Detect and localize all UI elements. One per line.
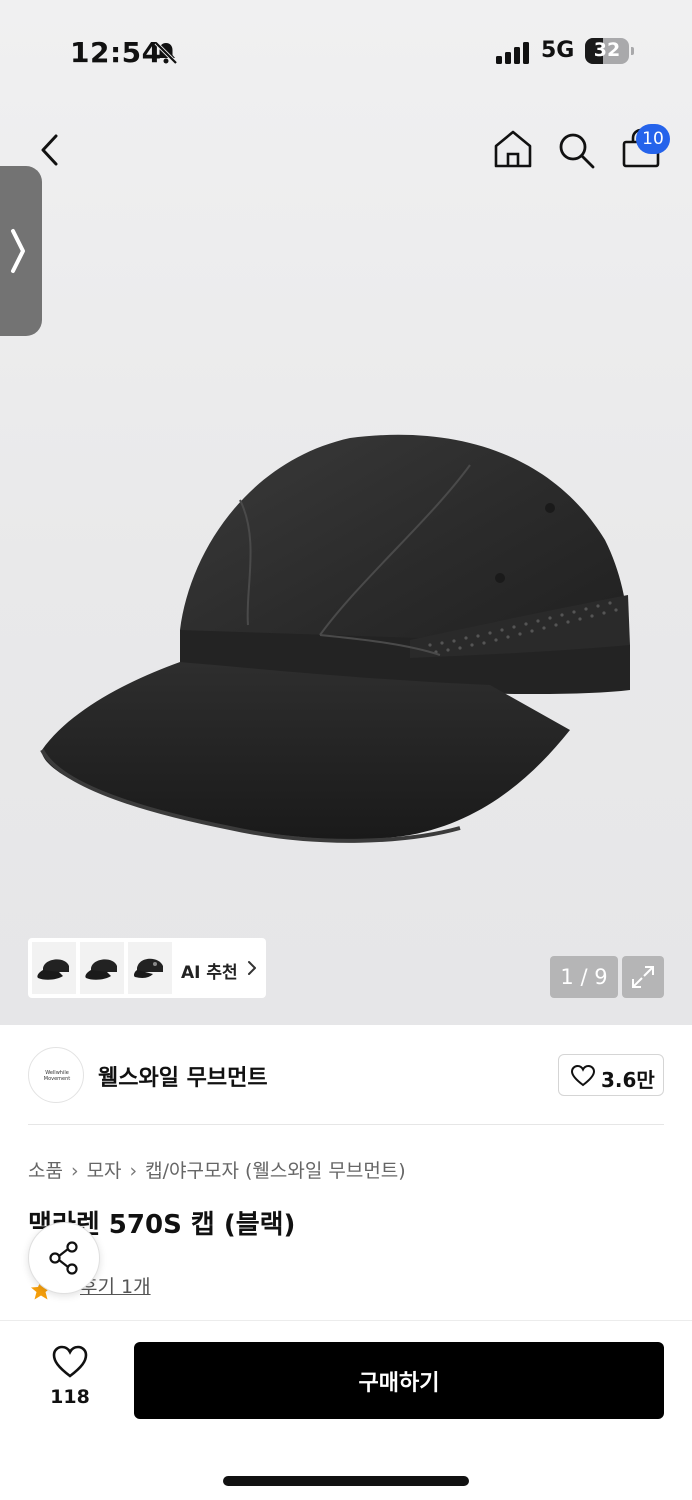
image-counter: 1 / 9 <box>550 956 618 998</box>
brand-logo[interactable]: Wellwhile Movement <box>28 1047 84 1103</box>
heart-icon[interactable] <box>52 1345 88 1379</box>
thumbnail-3[interactable] <box>128 942 172 994</box>
breadcrumb-item[interactable]: 모자 <box>87 1160 122 1182</box>
network-type: 5G <box>541 38 575 63</box>
home-indicator <box>223 1476 469 1486</box>
heart-icon <box>571 1065 595 1087</box>
side-panel-tab[interactable] <box>0 166 42 336</box>
chevron-right-icon <box>11 229 25 273</box>
bottom-bar-divider <box>0 1320 692 1321</box>
bell-slash-icon <box>154 41 178 65</box>
battery-level: 32 <box>593 39 621 61</box>
ai-recommend-strip[interactable]: AI 추천 <box>28 938 266 998</box>
thumbnail-1[interactable] <box>32 942 76 994</box>
wish-count: 118 <box>50 1386 90 1408</box>
share-icon <box>49 1241 78 1275</box>
status-time: 12:54 <box>70 36 162 69</box>
product-image <box>40 434 630 843</box>
battery-icon: 32 <box>585 38 635 64</box>
status-bar: 12:54 5G 32 <box>0 32 692 72</box>
chevron-right-icon: › <box>129 1160 138 1182</box>
signal-icon <box>496 42 529 64</box>
brand-like-count: 3.6만 <box>601 1068 655 1092</box>
breadcrumb-item[interactable]: 캡/야구모자 (웰스와일 무브먼트) <box>145 1160 406 1182</box>
thumbnail-2[interactable] <box>80 942 124 994</box>
ai-recommend-label: AI 추천 <box>181 963 238 983</box>
chevron-left-icon[interactable] <box>34 130 66 170</box>
brand-name[interactable]: 웰스와일 무브먼트 <box>98 1060 268 1092</box>
breadcrumb: 소품 › 모자 › 캡/야구모자 (웰스와일 무브먼트) <box>28 1156 406 1183</box>
divider <box>28 1124 664 1125</box>
breadcrumb-item[interactable]: 소품 <box>28 1160 63 1182</box>
brand-like-button[interactable]: 3.6만 <box>558 1054 664 1096</box>
share-button[interactable] <box>28 1222 100 1294</box>
product-image-area[interactable]: 12:54 5G 32 10 AI 추천 1 / 9 <box>0 0 692 1025</box>
search-icon[interactable] <box>556 130 596 170</box>
buy-button[interactable]: 구매하기 <box>134 1342 664 1419</box>
expand-button[interactable] <box>622 956 664 998</box>
cart-count-badge: 10 <box>636 124 670 154</box>
chevron-right-icon: › <box>70 1160 79 1182</box>
chevron-right-icon <box>248 961 256 975</box>
home-icon[interactable] <box>492 128 534 170</box>
expand-icon <box>632 966 654 988</box>
brand-logo-text: Wellwhile Movement <box>43 1070 71 1082</box>
